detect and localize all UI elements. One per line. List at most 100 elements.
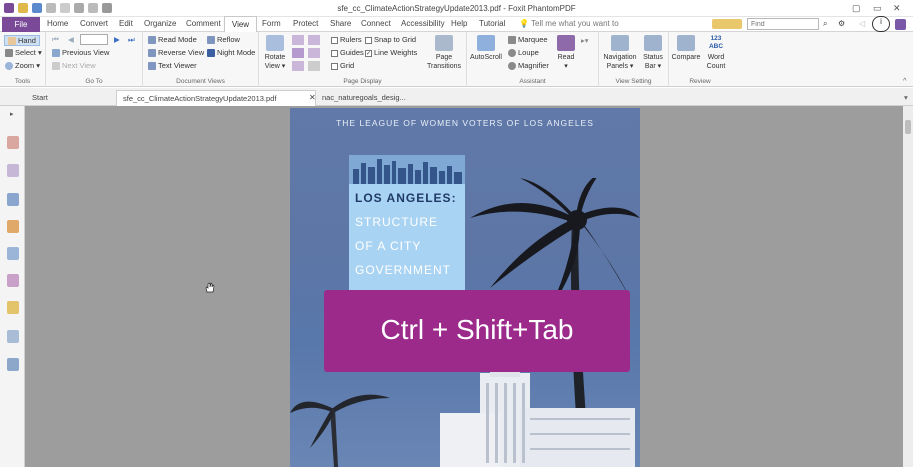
tab-naturegoals[interactable]: nac_naturegoals_desig... xyxy=(316,90,411,106)
navigation-panels-icon xyxy=(611,35,629,51)
night-mode-button[interactable]: Night Mode xyxy=(207,48,255,58)
compare-icon xyxy=(677,35,695,51)
last-page-icon[interactable]: ⏭ xyxy=(128,35,135,45)
autoscroll-icon xyxy=(477,35,495,51)
folder-icon[interactable] xyxy=(712,19,742,29)
tags-icon[interactable] xyxy=(7,358,19,371)
tab-edit[interactable]: Edit xyxy=(119,19,133,28)
magnifier-button[interactable]: Magnifier xyxy=(508,61,549,71)
gear-icon[interactable]: ⚙ xyxy=(838,19,845,28)
page-number-field[interactable] xyxy=(80,34,108,45)
read-mode-button[interactable]: Read Mode xyxy=(148,35,197,45)
info-icon[interactable]: i xyxy=(872,16,890,32)
autoscroll-button[interactable]: AutoScroll xyxy=(469,35,503,62)
group-goto: ⏮ ◀ ▶ ⏭ Previous View Next View Go To xyxy=(46,32,143,87)
search-icon[interactable]: ⌕ xyxy=(823,19,827,29)
text-viewer-button[interactable]: Text Viewer xyxy=(148,61,197,71)
close-icon[interactable]: ✕ xyxy=(893,3,901,14)
page-transitions-button[interactable]: Page Transitions xyxy=(424,35,464,71)
hand-tool-button[interactable]: Hand xyxy=(4,35,40,47)
tab-tutorial[interactable]: Tutorial xyxy=(479,19,505,28)
line-weights-checkbox[interactable]: ✓ Line Weights xyxy=(365,48,417,57)
first-page-icon[interactable]: ⏮ xyxy=(52,35,59,45)
two-page-icon[interactable] xyxy=(308,35,320,45)
previous-view-button[interactable]: Previous View xyxy=(52,48,109,58)
security-icon[interactable] xyxy=(7,301,19,314)
minimize-icon[interactable]: ▭ xyxy=(873,3,882,14)
expand-panel-icon[interactable]: ▸ xyxy=(10,110,16,118)
layers-icon[interactable] xyxy=(7,193,19,206)
marquee-button[interactable]: Marquee xyxy=(508,35,548,45)
reflow-button[interactable]: Reflow xyxy=(207,35,240,45)
pdf-page[interactable]: THE LEAGUE OF WOMEN VOTERS OF LOS ANGELE… xyxy=(290,108,640,467)
facing-page-icon[interactable] xyxy=(292,61,304,71)
single-page-icon[interactable] xyxy=(292,35,304,45)
tab-file[interactable]: File xyxy=(2,17,40,32)
status-bar-button[interactable]: Status Bar ▾ xyxy=(640,35,666,71)
comments-icon[interactable] xyxy=(7,220,19,233)
hand-label: Hand xyxy=(18,36,36,45)
guides-checkbox[interactable]: Guides xyxy=(331,48,364,57)
tab-share[interactable]: Share xyxy=(330,19,351,28)
read-mode-label: Read Mode xyxy=(158,35,197,44)
tab-protect[interactable]: Protect xyxy=(293,19,318,28)
continuous-page-icon[interactable] xyxy=(292,48,304,58)
tab-view[interactable]: View xyxy=(224,16,257,32)
collapse-ribbon-icon[interactable]: ^ xyxy=(903,76,907,85)
word-count-button[interactable]: 123 ABC Word Count xyxy=(703,35,729,71)
next-view-button[interactable]: Next View xyxy=(52,61,96,71)
document-views-group-label: Document Views xyxy=(176,78,225,85)
tab-comment[interactable]: Comment xyxy=(186,19,221,28)
tab-convert[interactable]: Convert xyxy=(80,19,108,28)
loupe-button[interactable]: Loupe xyxy=(508,48,539,58)
navigation-panels-button[interactable]: Navigation Panels ▾ xyxy=(602,35,638,71)
grid-checkbox[interactable]: Grid xyxy=(331,61,354,70)
title-bar: sfe_cc_ClimateActionStrategyUpdate2013.p… xyxy=(0,0,913,17)
tab-form[interactable]: Form xyxy=(262,19,281,28)
layout-dropdown-icon[interactable] xyxy=(308,61,320,71)
scrollbar-thumb[interactable] xyxy=(905,120,911,134)
vertical-scrollbar[interactable] xyxy=(903,106,913,467)
group-page-display: Rotate View ▾ Rulers Guides Grid Snap to… xyxy=(259,32,467,87)
tab-home[interactable]: Home xyxy=(47,19,68,28)
compare-button[interactable]: Compare xyxy=(671,35,701,62)
tell-me-search[interactable]: 💡 Tell me what you want to xyxy=(519,19,619,28)
zoom-tool-button[interactable]: Zoom ▾ xyxy=(5,61,40,71)
loupe-label: Loupe xyxy=(518,48,539,57)
content-icon[interactable] xyxy=(7,330,19,343)
pages-icon[interactable] xyxy=(7,164,19,177)
attachments-icon[interactable] xyxy=(7,247,19,260)
tab-climate-pdf[interactable]: sfe_cc_ClimateActionStrategyUpdate2013.p… xyxy=(116,90,316,106)
tab-connect[interactable]: Connect xyxy=(361,19,391,28)
magnifier-label: Magnifier xyxy=(518,61,549,70)
loupe-icon xyxy=(508,49,516,58)
prev-page-icon[interactable]: ◀ xyxy=(68,35,74,44)
user-avatar[interactable] xyxy=(895,19,906,30)
reverse-view-button[interactable]: Reverse View xyxy=(148,48,205,58)
next-page-icon[interactable]: ▶ xyxy=(114,35,120,44)
split-page-icon[interactable] xyxy=(308,48,320,58)
tab-start[interactable]: Start xyxy=(26,90,116,106)
read-options-icon[interactable]: ▸▾ xyxy=(581,36,589,45)
rotate-view-button[interactable]: Rotate View ▾ xyxy=(262,35,288,71)
lightbulb-icon: 💡 xyxy=(519,19,529,28)
reverse-view-label: Reverse View xyxy=(158,48,205,57)
window-title: sfe_cc_ClimateActionStrategyUpdate2013.p… xyxy=(337,4,576,13)
rulers-label: Rulers xyxy=(340,35,362,44)
tab-accessibility[interactable]: Accessibility xyxy=(401,19,445,28)
read-button[interactable]: Read ▾ xyxy=(555,35,577,71)
cover-title-line3: OF A CITY xyxy=(355,239,422,253)
select-tool-button[interactable]: Select ▾ xyxy=(5,48,42,58)
rulers-checkbox[interactable]: Rulers xyxy=(331,35,362,44)
tab-organize[interactable]: Organize xyxy=(144,19,176,28)
signature-icon[interactable] xyxy=(7,274,19,287)
bookmark-icon[interactable] xyxy=(7,136,19,149)
compare-label: Compare xyxy=(671,54,701,61)
snap-to-grid-checkbox[interactable]: Snap to Grid xyxy=(365,35,416,44)
restore-icon[interactable]: ▢ xyxy=(852,3,861,14)
find-input[interactable] xyxy=(747,18,819,30)
back-icon[interactable]: ◁ xyxy=(859,19,865,28)
tab-help[interactable]: Help xyxy=(451,19,467,28)
status-bar-label: Status Bar xyxy=(643,54,663,70)
tab-list-icon[interactable]: ▾ xyxy=(898,90,913,106)
